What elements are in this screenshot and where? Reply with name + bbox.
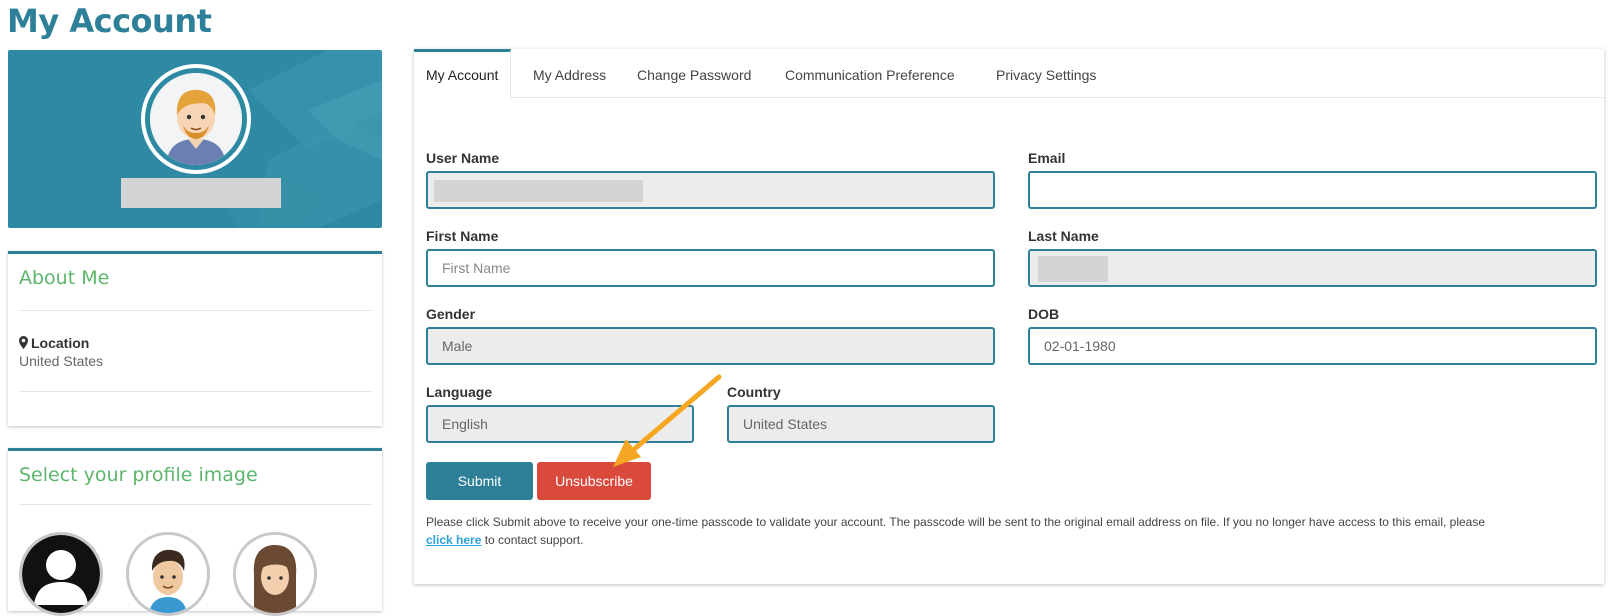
gender-label: Gender bbox=[426, 306, 476, 322]
profile-image-panel: Select your profile image bbox=[8, 448, 382, 616]
first-name-label: First Name bbox=[426, 228, 499, 244]
profile-image-option-woman[interactable] bbox=[233, 532, 317, 616]
profile-image-option-silhouette[interactable] bbox=[19, 532, 103, 616]
last-name-field bbox=[1028, 249, 1597, 287]
username-redacted bbox=[434, 180, 643, 202]
click-here-link[interactable]: click here bbox=[426, 533, 481, 547]
man-avatar-icon bbox=[129, 535, 207, 613]
dob-field[interactable]: 02-01-1980 bbox=[1028, 327, 1597, 365]
page-title: My Account bbox=[7, 2, 212, 40]
last-name-label: Last Name bbox=[1028, 228, 1099, 244]
location-value: United States bbox=[19, 353, 104, 369]
country-field: United States bbox=[727, 405, 995, 443]
passcode-note: Please click Submit above to receive you… bbox=[426, 513, 1576, 549]
dob-label: DOB bbox=[1028, 306, 1060, 322]
email-field[interactable] bbox=[1028, 171, 1597, 209]
username-field bbox=[426, 171, 995, 209]
location-label: Location bbox=[31, 335, 90, 351]
divider bbox=[19, 391, 371, 392]
user-silhouette-icon bbox=[22, 535, 100, 613]
tab-my-account[interactable]: My Account bbox=[414, 49, 512, 99]
about-me-panel: About Me Location United States bbox=[8, 251, 382, 426]
language-label: Language bbox=[426, 384, 493, 400]
about-me-title: About Me bbox=[19, 267, 110, 289]
gender-field: Male bbox=[426, 327, 995, 365]
username-label: User Name bbox=[426, 150, 500, 166]
first-name-field[interactable]: First Name bbox=[426, 249, 995, 287]
tab-communication-preference[interactable]: Communication Preference bbox=[785, 49, 955, 97]
profile-avatar[interactable] bbox=[141, 64, 251, 174]
divider bbox=[19, 504, 371, 505]
country-label: Country bbox=[727, 384, 781, 400]
account-form-panel: My Account My Address Change Password Co… bbox=[414, 49, 1604, 584]
tab-my-address[interactable]: My Address bbox=[533, 49, 606, 97]
profile-header-card bbox=[8, 50, 382, 228]
male-avatar-icon bbox=[150, 73, 242, 165]
profile-name-redacted bbox=[121, 178, 281, 208]
profile-image-option-man[interactable] bbox=[126, 532, 210, 616]
tab-bar: My Account My Address Change Password Co… bbox=[414, 49, 1604, 99]
first-name-placeholder: First Name bbox=[442, 260, 511, 276]
passcode-note-suffix: to contact support. bbox=[481, 533, 584, 547]
map-marker-icon bbox=[19, 336, 28, 349]
submit-button[interactable]: Submit bbox=[426, 462, 533, 500]
last-name-redacted bbox=[1038, 256, 1108, 282]
profile-image-title: Select your profile image bbox=[19, 464, 258, 486]
tab-change-password[interactable]: Change Password bbox=[637, 49, 751, 97]
email-label: Email bbox=[1028, 150, 1066, 166]
divider bbox=[19, 310, 371, 311]
passcode-note-text: Please click Submit above to receive you… bbox=[426, 515, 1486, 529]
tab-privacy-settings[interactable]: Privacy Settings bbox=[996, 49, 1096, 97]
unsubscribe-button[interactable]: Unsubscribe bbox=[537, 462, 651, 500]
woman-avatar-icon bbox=[236, 535, 314, 613]
language-field: English bbox=[426, 405, 694, 443]
location-label-row: Location bbox=[19, 335, 89, 351]
